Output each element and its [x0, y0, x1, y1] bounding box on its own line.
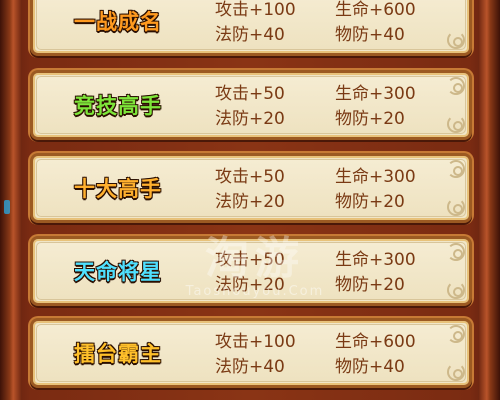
title-reward-row-4: 天命将星 攻击+50 生命+300 法防+20 物防+20 [30, 236, 472, 306]
scroll-ornament-icon [447, 363, 465, 381]
magic-defense-bonus: 法防+20 [215, 109, 285, 129]
hp-bonus: 生命+300 [335, 250, 416, 270]
hp-bonus: 生命+300 [335, 84, 416, 104]
scroll-ornament-icon [447, 281, 465, 299]
title-name: 十大高手 [74, 177, 162, 202]
attack-bonus: 攻击+100 [215, 332, 296, 352]
scroll-ornament-icon [447, 243, 465, 261]
attack-bonus: 攻击+50 [215, 167, 285, 187]
scroll-ornament-icon [447, 115, 465, 133]
title-reward-row-1: 一战成名 攻击+100 生命+600 法防+40 物防+40 [30, 0, 472, 56]
title-reward-row-3: 十大高手 攻击+50 生命+300 法防+20 物防+20 [30, 153, 472, 223]
scroll-ornament-icon [447, 31, 465, 49]
hp-bonus: 生命+600 [335, 332, 416, 352]
physical-defense-bonus: 物防+20 [335, 109, 405, 129]
magic-defense-bonus: 法防+20 [215, 275, 285, 295]
title-reward-row-2: 竞技高手 攻击+50 生命+300 法防+20 物防+20 [30, 70, 472, 140]
scroll-ornament-icon [447, 198, 465, 216]
left-frame [0, 0, 22, 400]
magic-defense-bonus: 法防+40 [215, 25, 285, 45]
title-name: 竞技高手 [74, 94, 162, 119]
scroll-ornament-icon [447, 325, 465, 343]
scroll-ornament-icon [447, 160, 465, 178]
right-frame [478, 0, 500, 400]
physical-defense-bonus: 物防+20 [335, 275, 405, 295]
physical-defense-bonus: 物防+20 [335, 192, 405, 212]
title-name: 一战成名 [74, 10, 162, 35]
physical-defense-bonus: 物防+40 [335, 25, 405, 45]
hp-bonus: 生命+600 [335, 0, 416, 20]
physical-defense-bonus: 物防+40 [335, 357, 405, 377]
attack-bonus: 攻击+50 [215, 250, 285, 270]
title-name: 擂台霸主 [74, 342, 162, 367]
hp-bonus: 生命+300 [335, 167, 416, 187]
magic-defense-bonus: 法防+40 [215, 357, 285, 377]
title-name: 天命将星 [74, 260, 162, 285]
title-reward-row-5: 擂台霸主 攻击+100 生命+600 法防+40 物防+40 [30, 318, 472, 388]
scroll-ornament-icon [447, 77, 465, 95]
attack-bonus: 攻击+100 [215, 0, 296, 20]
magic-defense-bonus: 法防+20 [215, 192, 285, 212]
attack-bonus: 攻击+50 [215, 84, 285, 104]
